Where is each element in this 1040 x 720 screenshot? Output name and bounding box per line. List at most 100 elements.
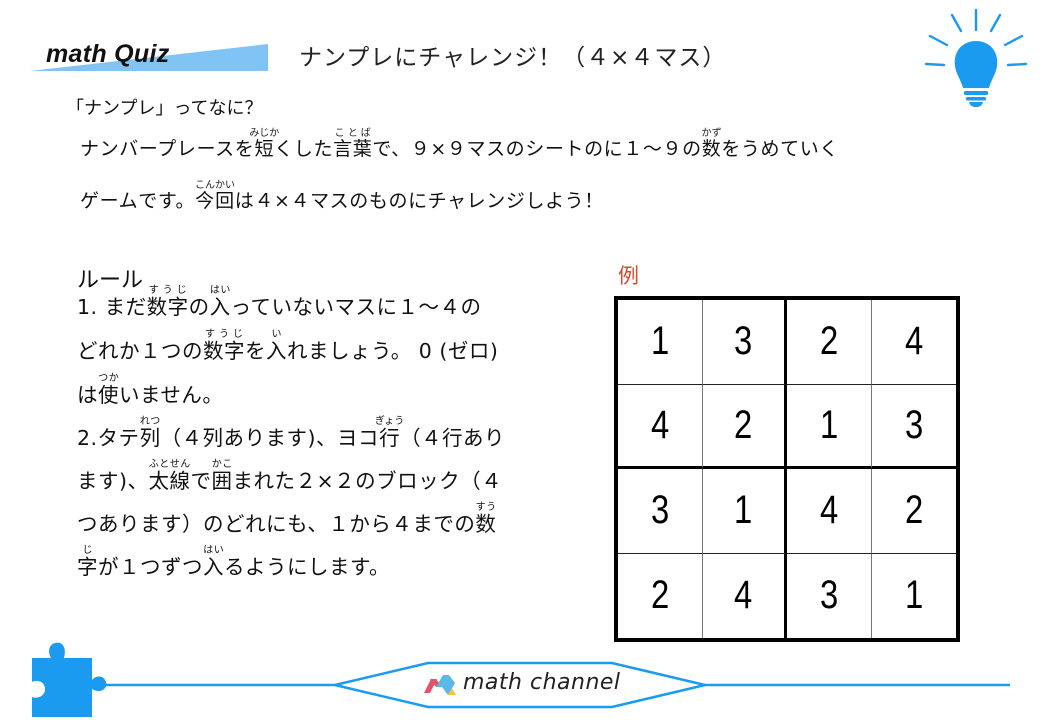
intro-line: ゲームです。今回こんかいは４×４マスのものにチャレンジしよう！ [80,180,604,213]
text: どれか１つの [77,339,203,363]
ruby-reading: すう [475,502,497,513]
example-label: 例 [618,264,639,288]
text: くした [274,138,334,160]
text: 数 [701,138,722,160]
text: いません。 [119,383,224,407]
text: （４列あります)、ヨコ [160,426,380,450]
text: つあります）のどれにも、１から４までの [77,512,476,536]
grid-cell-value: 2 [734,402,753,447]
text: 数字すうじ [146,285,189,319]
text: 数すう [475,502,497,536]
rule-line: 2.タテ列れつ（４列あります)、ヨコ行ぎょう（４行あり [77,416,505,451]
text: をうめていく [721,138,839,160]
sudoku-example-grid: 1 3 2 4 4 2 1 3 3 1 4 2 2 4 3 1 [614,296,960,642]
ruby-reading: こんかい [194,180,235,191]
brand-title: math Quiz [46,40,170,68]
grid-cell-value: 4 [650,402,669,447]
grid-cell-value: 1 [650,319,669,364]
ruby-reading: みじか [249,128,280,139]
text: 字じ [77,545,98,579]
page-title: ナンプレにチャレンジ！（４×４マス） [299,45,727,71]
ruby-word: 今回こんかい [194,180,235,212]
text: 太線 [148,469,191,493]
text: 入 [266,339,287,363]
ruby-reading: つか [98,373,119,384]
grid-cell-value: 4 [904,319,923,364]
text: 数 [475,512,497,536]
ruby-reading: じ [77,545,98,556]
grid-cell: 2 [871,469,956,554]
grid-cell-value: 2 [904,488,923,533]
rule-line: つあります）のどれにも、１から４までの数すう [77,502,496,537]
grid-cell-value: 2 [819,319,838,364]
rule-line: どれか１つの数字すうじを入いれましょう。 0 (ゼロ) [77,329,498,364]
text: 入 [203,555,224,579]
grid-cell-value: 2 [650,573,669,618]
grid-cell-value: 1 [819,402,838,447]
text: ます)、 [77,469,149,493]
ruby-word: 短みじか [249,128,279,160]
grid-cell-value: 1 [734,488,753,533]
text: 行ぎょう [375,416,405,450]
grid-cell: 3 [871,385,956,469]
grid-cell: 2 [702,384,787,469]
ruby-word: 数かず [701,128,722,160]
grid-cell: 2 [787,300,872,385]
rule-line: は使つかいません。 [77,373,223,408]
text: 列れつ [139,416,161,450]
text: 太線ふとせん [148,459,191,493]
text: が１つずつ [98,555,203,579]
rule-line: 字じが１つずつ入はいるようにします。 [77,545,390,580]
grid-cell-value: 3 [734,319,753,364]
grid-cell: 1 [702,469,787,554]
grid-cell-value: 3 [650,488,669,533]
text: 2.タテ [77,426,140,450]
grid-cell: 1 [618,300,703,385]
grid-cell: 1 [787,384,872,469]
text: 囲かこ [211,459,233,493]
text: 入はい [210,285,231,319]
grid-cell-value: 1 [904,573,923,618]
text: で、９×９マスのシートのに１～９の [372,138,702,160]
text: 言葉 [333,138,373,160]
grid-cell: 3 [618,469,703,554]
text: まれた２×２のブロック（４ [232,469,503,493]
grid-cell: 4 [618,384,703,469]
text: 今回 [194,190,235,212]
text: れましょう。 0 (ゼロ) [287,339,499,363]
rule-line: ます)、太線ふとせんで囲かこまれた２×２のブロック（４ [77,459,502,494]
grid-cell: 4 [871,300,956,385]
grid-cell-value: 4 [819,488,838,533]
grid-cell-value: 4 [734,573,753,618]
ruby-reading: れつ [139,416,161,427]
text: 使つか [98,373,119,407]
text: の [188,295,210,319]
text: っていないマスに１～４の [230,295,482,319]
text: 1. まだ [77,295,147,319]
text: は [77,383,98,407]
grid-cell: 4 [787,469,872,554]
ruby-reading: はい [209,285,231,296]
text: 入はい [203,545,224,579]
text: 字 [77,555,98,579]
ruby-word: 言葉ことば [333,128,373,160]
ruby-reading: かず [701,128,722,139]
text: 数字 [203,339,245,363]
text: 数字 [146,295,189,319]
math-channel-logo-icon [424,675,456,695]
ruby-reading: すうじ [146,285,189,296]
text: 列 [139,426,161,450]
text: を [245,339,266,363]
ruby-reading: ふとせん [148,459,191,470]
intro-line: ナンバープレースを短みじかくした言葉ことばで、９×９マスのシートのに１～９の数か… [80,128,839,161]
text: 使 [98,383,119,407]
footer-brand: math channel [463,670,621,695]
text: ナンバープレースを [80,138,255,160]
text: は４×４マスのものにチャレンジしよう！ [234,190,604,212]
ruby-reading: はい [203,545,224,556]
grid-cell-value: 3 [904,402,923,447]
lightbulb-icon [924,8,1028,107]
text: るようにします。 [224,555,390,579]
text: 数字すうじ [203,329,245,363]
text: 囲 [211,469,233,493]
